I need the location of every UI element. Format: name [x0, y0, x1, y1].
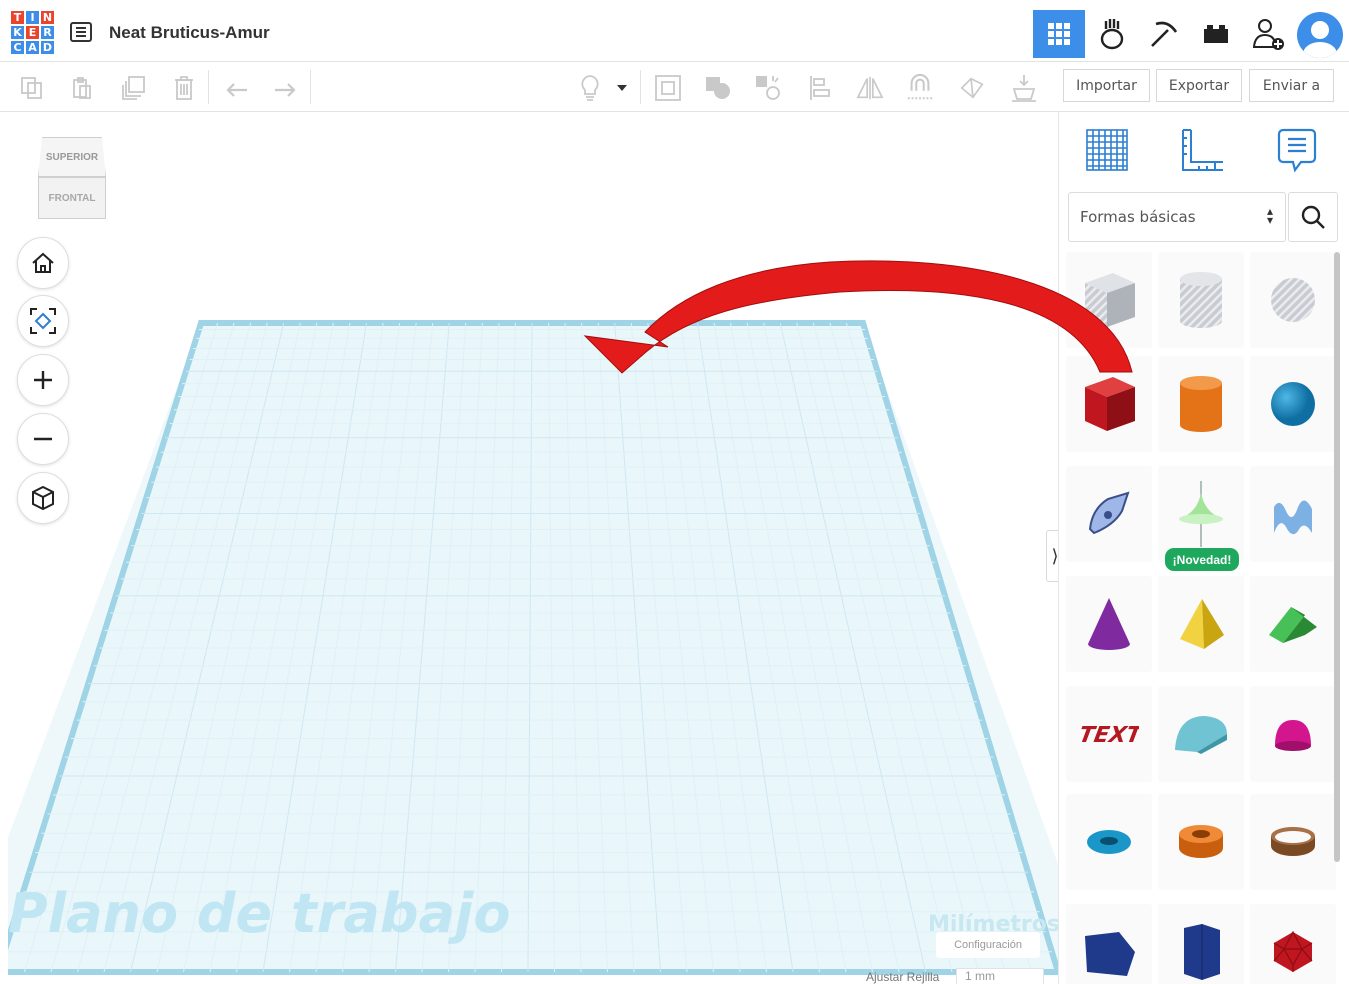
- paste-icon[interactable]: [68, 74, 96, 102]
- solid-icon[interactable]: [958, 74, 986, 102]
- workplane-label: Plano de trabajo: [8, 882, 511, 945]
- logo-letter: R: [40, 25, 55, 40]
- zoom-out-icon[interactable]: [17, 413, 69, 465]
- brick-icon[interactable]: [1190, 10, 1242, 58]
- delete-icon[interactable]: [170, 74, 198, 102]
- workplane-icon[interactable]: [654, 74, 682, 102]
- design-title[interactable]: Neat Bruticus-Amur: [109, 23, 270, 43]
- export-button[interactable]: Exportar: [1156, 69, 1242, 102]
- fit-view-icon[interactable]: [17, 295, 69, 347]
- shape-cone[interactable]: [1066, 576, 1152, 672]
- logo-letter: E: [25, 25, 40, 40]
- shape-text[interactable]: TEXT: [1066, 686, 1152, 782]
- light-bulb-icon[interactable]: [576, 74, 604, 102]
- shape-category-label: Formas básicas: [1080, 208, 1196, 226]
- ruler-icon[interactable]: [1177, 126, 1225, 174]
- add-user-icon[interactable]: [1242, 10, 1294, 58]
- shape-cylinder[interactable]: [1158, 356, 1244, 452]
- blocks-bot-icon[interactable]: [1086, 10, 1138, 58]
- design-list-icon[interactable]: [70, 22, 92, 42]
- shape-hole-cylinder[interactable]: [1158, 252, 1244, 348]
- svg-text:TEXT: TEXT: [1079, 722, 1139, 748]
- shape-half-cylinder[interactable]: [1158, 686, 1244, 782]
- shape-tube[interactable]: [1158, 794, 1244, 890]
- dropdown-icon[interactable]: [612, 74, 632, 102]
- snap-grid-label: Ajustar Rejilla: [866, 970, 940, 984]
- edit-toolbar: Importar Exportar Enviar a: [0, 62, 1349, 112]
- zoom-in-icon[interactable]: [17, 354, 69, 406]
- logo-letter: T: [10, 10, 25, 25]
- shape-icosahedron[interactable]: [1250, 904, 1336, 984]
- shape-wave[interactable]: [1250, 466, 1336, 562]
- shape-roof[interactable]: [1250, 576, 1336, 672]
- logo-letter: I: [25, 10, 40, 25]
- undo-icon[interactable]: [222, 74, 250, 102]
- shape-hole-sphere[interactable]: [1250, 252, 1336, 348]
- view-cube-front[interactable]: FRONTAL: [38, 177, 106, 219]
- shape-ring[interactable]: [1250, 794, 1336, 890]
- top-bar: TINKERCAD Neat Bruticus-Amur: [0, 0, 1349, 62]
- magnet-icon[interactable]: [906, 73, 934, 102]
- shape-pyramid[interactable]: [1158, 576, 1244, 672]
- shape-wedge[interactable]: [1066, 904, 1152, 984]
- home-icon[interactable]: [17, 237, 69, 289]
- shape-scribble[interactable]: [1066, 466, 1152, 562]
- snap-grid-select[interactable]: 1 mm: [956, 968, 1044, 984]
- view-cube[interactable]: SUPERIOR FRONTAL: [38, 137, 106, 219]
- workplane-grid[interactable]: [8, 112, 1058, 984]
- shape-polygon[interactable]: [1158, 904, 1244, 984]
- avatar-icon[interactable]: [1297, 12, 1343, 58]
- shapes-scrollbar[interactable]: [1334, 252, 1340, 862]
- cruise-icon[interactable]: [1010, 74, 1038, 102]
- redo-icon[interactable]: [272, 74, 300, 102]
- new-badge: ¡Novedad!: [1165, 548, 1239, 571]
- search-icon[interactable]: [1288, 192, 1338, 242]
- notes-icon[interactable]: [1273, 126, 1321, 174]
- logo-letter: K: [10, 25, 25, 40]
- shape-box[interactable]: [1066, 356, 1152, 452]
- import-button[interactable]: Importar: [1063, 69, 1150, 102]
- shape-category-select[interactable]: Formas básicas ▴ ▾: [1068, 192, 1286, 242]
- shape-hole-box[interactable]: [1066, 252, 1152, 348]
- group-icon[interactable]: [704, 74, 732, 102]
- logo-letter: D: [40, 40, 55, 55]
- logo-letter: N: [40, 10, 55, 25]
- logo-letter: A: [25, 40, 40, 55]
- copy-icon[interactable]: [18, 74, 46, 102]
- mirror-icon[interactable]: [856, 74, 884, 102]
- align-icon[interactable]: [806, 74, 834, 102]
- shape-sphere[interactable]: [1250, 356, 1336, 452]
- grid-view-icon[interactable]: [1033, 10, 1085, 58]
- select-arrows-icon: ▴ ▾: [1266, 204, 1273, 227]
- perspective-icon[interactable]: [17, 472, 69, 524]
- shape-torus[interactable]: [1066, 794, 1152, 890]
- duplicate-icon[interactable]: [120, 74, 148, 102]
- view-cube-top[interactable]: SUPERIOR: [38, 137, 106, 177]
- 3d-viewport[interactable]: SUPERIOR FRONTAL Plano de trabajo Milíme…: [8, 112, 1058, 984]
- tinkercad-logo[interactable]: TINKERCAD: [10, 10, 55, 55]
- tinkercad-editor: TINKERCAD Neat Bruticus-Amur Importar Ex…: [0, 0, 1349, 984]
- pickaxe-icon[interactable]: [1138, 10, 1190, 58]
- logo-letter: C: [10, 40, 25, 55]
- settings-button[interactable]: Configuración: [936, 932, 1040, 958]
- shape-paraboloid[interactable]: [1250, 686, 1336, 782]
- ungroup-icon[interactable]: [754, 74, 782, 102]
- workplane-tool-icon[interactable]: [1083, 126, 1131, 174]
- send-to-button[interactable]: Enviar a: [1249, 69, 1334, 102]
